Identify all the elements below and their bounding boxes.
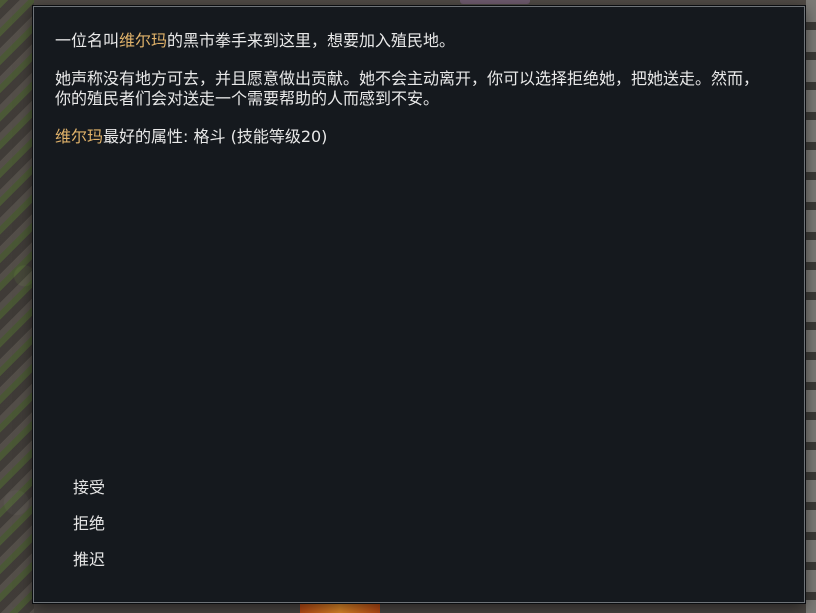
terrain-left-edge — [0, 0, 34, 613]
intro-line: 一位名叫维尔玛的黑市拳手来到这里，想要加入殖民地。 — [55, 31, 767, 51]
description-paragraph: 她声称没有地方可去，并且愿意做出贡献。她不会主动离开，你可以选择拒绝她，把她送走… — [55, 69, 760, 108]
intro-suffix: 的黑市拳手来到这里，想要加入殖民地。 — [167, 31, 456, 50]
fire-tile — [300, 603, 380, 613]
colonist-name: 维尔玛 — [55, 127, 104, 146]
colonist-name: 维尔玛 — [119, 31, 168, 50]
event-dialog: 一位名叫维尔玛的黑市拳手来到这里，想要加入殖民地。 她声称没有地方可去，并且愿意… — [33, 6, 805, 603]
accept-option[interactable]: 接受 — [73, 476, 105, 512]
reject-option[interactable]: 拒绝 — [73, 512, 105, 548]
intro-prefix: 一位名叫 — [55, 31, 120, 50]
dialog-options: 接受 拒绝 推迟 — [73, 476, 105, 584]
best-skill-line: 维尔玛最好的属性: 格斗 (技能等级20) — [55, 127, 767, 147]
dialog-body: 一位名叫维尔玛的黑市拳手来到这里，想要加入殖民地。 她声称没有地方可去，并且愿意… — [55, 31, 767, 165]
postpone-option[interactable]: 推迟 — [73, 548, 105, 584]
best-skill-text: 最好的属性: 格斗 (技能等级20) — [103, 127, 328, 146]
world-label-partial — [460, 0, 530, 4]
wall-right-edge — [806, 0, 816, 613]
